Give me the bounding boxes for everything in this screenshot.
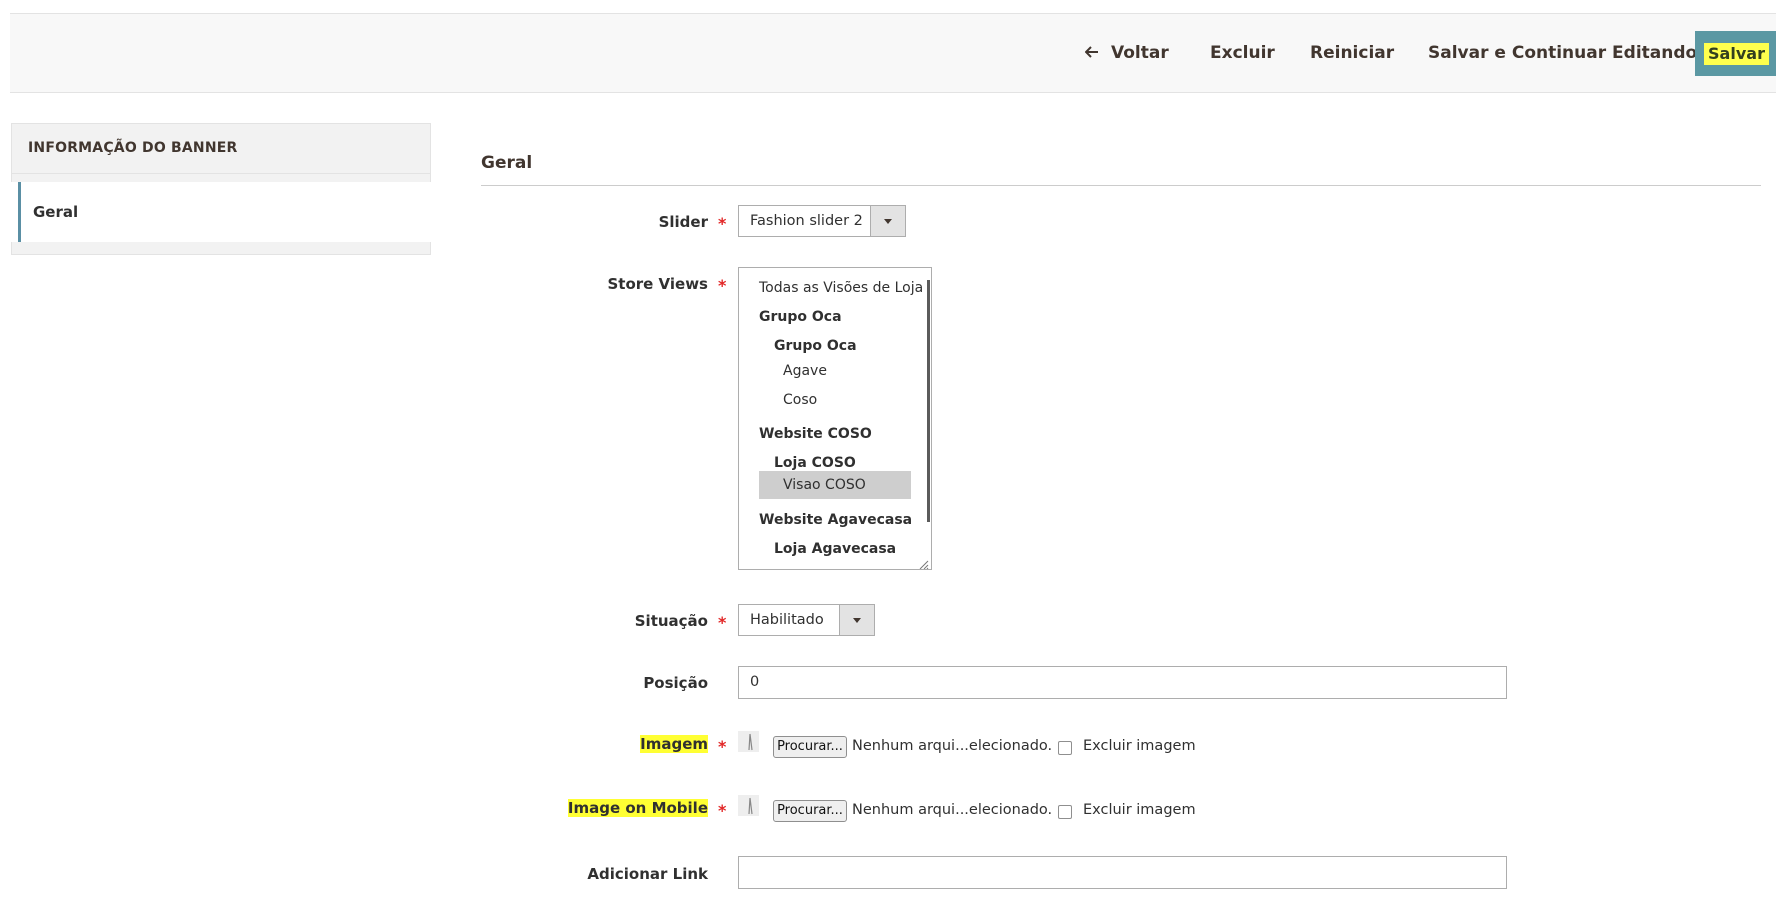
chevron-down-icon [839, 605, 874, 635]
image-delete-checkbox[interactable] [1058, 741, 1072, 755]
delete-button[interactable]: Excluir [1210, 42, 1275, 64]
slider-label: Slider [658, 213, 708, 231]
image-mobile-file-status: Nenhum arqui...elecionado. [852, 802, 1053, 818]
image-delete-label: Excluir imagem [1083, 738, 1196, 754]
scrollbar[interactable] [927, 280, 930, 522]
image-mobile-delete-checkbox[interactable] [1058, 805, 1072, 819]
image-mobile-browse-button[interactable]: Procurar... [773, 800, 847, 822]
slider-select[interactable]: Fashion slider 2 [738, 205, 906, 237]
sidebar: INFORMAÇÃO DO BANNER Geral [11, 123, 431, 255]
page-actions-bar: Voltar Excluir Reiniciar Salvar e Contin… [10, 13, 1776, 93]
status-select-value: Habilitado [750, 612, 824, 628]
section-divider [481, 185, 1761, 186]
store-view-option-selected[interactable]: Visao COSO [759, 471, 911, 499]
image-thumbnail [738, 731, 759, 752]
save-button[interactable]: Salvar [1695, 31, 1776, 76]
status-label: Situação [634, 612, 708, 630]
image-label: Imagem [640, 735, 708, 753]
section-title: Geral [481, 153, 533, 173]
link-input[interactable] [738, 856, 1507, 889]
image-file-status: Nenhum arqui...elecionado. [852, 738, 1053, 754]
back-button-label: Voltar [1111, 43, 1169, 63]
image-browse-button[interactable]: Procurar... [773, 736, 847, 758]
required-marker: * [718, 801, 727, 820]
position-label: Posição [643, 674, 708, 692]
store-view-option[interactable]: Todas as Visões de Loja [759, 280, 923, 296]
store-view-group: Website Agavecasa [759, 512, 913, 528]
store-view-option[interactable]: Coso [783, 392, 817, 408]
resize-handle-icon[interactable] [917, 555, 929, 569]
reset-button[interactable]: Reiniciar [1310, 42, 1394, 64]
store-view-group: Loja Agavecasa [774, 541, 897, 557]
save-and-continue-button[interactable]: Salvar e Continuar Editando [1428, 42, 1697, 64]
image-mobile-thumbnail [738, 795, 759, 816]
sidebar-title: INFORMAÇÃO DO BANNER [11, 123, 431, 174]
store-view-group: Loja COSO [774, 455, 856, 471]
store-view-group: Grupo Oca [774, 338, 857, 354]
store-views-multiselect[interactable]: Todas as Visões de Loja Grupo Oca Grupo … [738, 267, 932, 570]
arrow-left-icon [1084, 42, 1099, 64]
chevron-down-icon [870, 206, 905, 236]
store-view-option[interactable]: Agave [783, 363, 827, 379]
back-button[interactable]: Voltar [1084, 42, 1169, 64]
slider-select-value: Fashion slider 2 [750, 213, 863, 229]
image-mobile-label: Image on Mobile [567, 799, 708, 817]
status-select[interactable]: Habilitado [738, 604, 875, 636]
required-marker: * [718, 613, 727, 632]
sidebar-item-geral[interactable]: Geral [18, 182, 431, 242]
store-view-group: Website COSO [759, 426, 872, 442]
required-marker: * [718, 737, 727, 756]
store-views-label: Store Views [607, 275, 708, 293]
link-label: Adicionar Link [587, 865, 708, 883]
store-view-group: Grupo Oca [759, 309, 842, 325]
position-input[interactable]: 0 [738, 666, 1507, 699]
required-marker: * [718, 214, 727, 233]
image-mobile-delete-label: Excluir imagem [1083, 802, 1196, 818]
save-button-label: Salvar [1704, 42, 1769, 65]
required-marker: * [718, 276, 727, 295]
